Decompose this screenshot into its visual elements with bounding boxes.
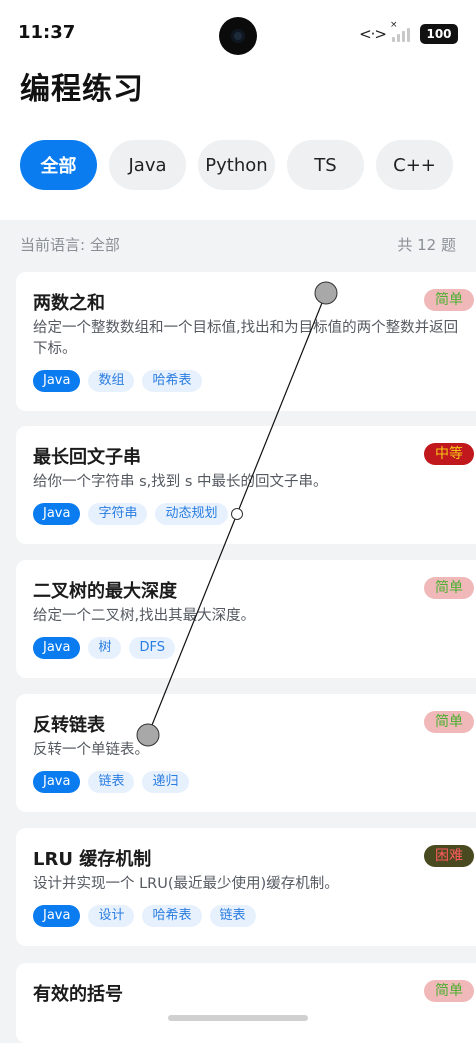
touch-point-end: [136, 723, 160, 747]
touch-point-mid: [231, 508, 243, 520]
touch-point-start: [314, 281, 338, 305]
home-indicator[interactable]: [168, 1015, 308, 1021]
gesture-overlay: [136, 281, 338, 747]
